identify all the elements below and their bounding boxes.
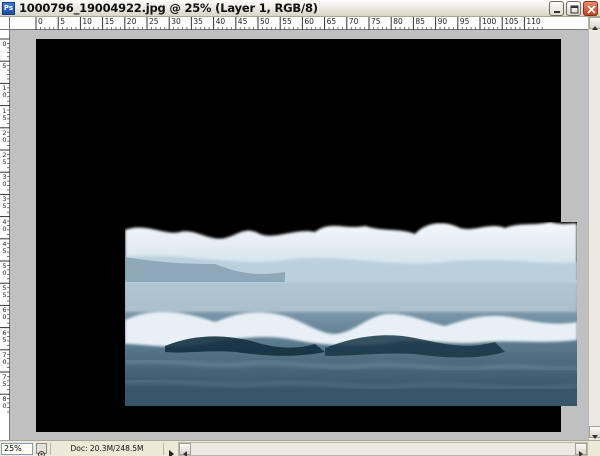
ruler-label: 55 bbox=[2, 284, 7, 300]
status-menu-button[interactable] bbox=[166, 444, 176, 456]
wave-photo-layer[interactable] bbox=[125, 222, 577, 406]
navigator-button[interactable] bbox=[36, 443, 47, 456]
ruler-label: 75 bbox=[371, 17, 381, 26]
minimize-icon bbox=[554, 11, 560, 13]
ruler-label: 25 bbox=[149, 17, 159, 26]
ruler-label: 110 bbox=[526, 17, 541, 26]
maximize-button[interactable] bbox=[566, 1, 581, 16]
ruler-label: 30 bbox=[2, 173, 7, 189]
maximize-icon bbox=[570, 5, 579, 14]
ruler-label: 15 bbox=[104, 17, 115, 26]
document-canvas[interactable] bbox=[36, 39, 577, 432]
ruler-label: 15 bbox=[2, 106, 7, 122]
ruler-label: 30 bbox=[171, 17, 181, 26]
document-size-info: Doc: 20.3M/248.5M bbox=[50, 443, 164, 455]
zoom-level-field[interactable]: 25% bbox=[1, 443, 33, 455]
canvas-area[interactable] bbox=[10, 30, 588, 440]
ruler-label: 60 bbox=[304, 17, 314, 26]
ruler-label: 45 bbox=[237, 17, 248, 26]
arrow-left-icon bbox=[183, 451, 187, 456]
horizontal-scrollbar[interactable] bbox=[178, 442, 588, 456]
ruler-label: 70 bbox=[348, 17, 359, 26]
scroll-left-button[interactable] bbox=[179, 443, 191, 456]
status-bar: 25% Doc: 20.3M/248.5M bbox=[0, 440, 600, 456]
ruler-label: 60 bbox=[2, 306, 7, 322]
close-button[interactable] bbox=[583, 1, 598, 16]
ruler-label: 50 bbox=[260, 17, 270, 26]
ruler-label: 65 bbox=[326, 17, 337, 26]
vertical-scrollbar[interactable] bbox=[588, 17, 600, 440]
ruler-label: 10 bbox=[82, 17, 92, 26]
navigator-icon bbox=[38, 451, 45, 456]
triangle-right-icon bbox=[169, 450, 174, 456]
ruler-label: 70 bbox=[2, 350, 7, 366]
ruler-label: 25 bbox=[2, 151, 7, 166]
ruler-label: 55 bbox=[282, 17, 292, 26]
ruler-label: 50 bbox=[2, 262, 7, 277]
ruler-label: 100 bbox=[482, 17, 497, 26]
ruler-label: 105 bbox=[504, 17, 519, 26]
ocean-wave-image bbox=[125, 222, 577, 406]
horizontal-ruler[interactable]: 0 5 10 15 20 25 30 35 40 45 50 55 60 65 70 75 80 85 90 95 10… bbox=[10, 17, 588, 30]
ruler-label: 40 bbox=[2, 217, 7, 233]
vertical-ruler[interactable]: 0 5 10 15 20 25 30 35 40 45 50 55 60 65 70 75 80 bbox=[0, 30, 10, 440]
ruler-label: 10 bbox=[2, 84, 7, 100]
ruler-label: 5 bbox=[60, 17, 65, 26]
horizontal-ruler-ticks bbox=[35, 17, 543, 30]
arrow-right-icon bbox=[579, 451, 583, 456]
ruler-label: 40 bbox=[215, 17, 226, 26]
scroll-down-button[interactable] bbox=[589, 426, 600, 439]
ruler-label: 20 bbox=[2, 128, 7, 144]
title-bar[interactable]: Ps 1000796_19004922.jpg @ 25% (Layer 1, … bbox=[0, 0, 600, 17]
ruler-origin[interactable] bbox=[0, 17, 10, 30]
ruler-label: 0 bbox=[2, 40, 7, 48]
arrow-up-icon bbox=[592, 26, 598, 30]
scroll-right-button[interactable] bbox=[575, 443, 587, 456]
ruler-label: 35 bbox=[193, 17, 203, 26]
ruler-label: 35 bbox=[2, 195, 7, 211]
ruler-label: 95 bbox=[459, 17, 470, 26]
ruler-label: 45 bbox=[2, 239, 7, 255]
ruler-label: 85 bbox=[415, 17, 425, 26]
window-title: 1000796_19004922.jpg @ 25% (Layer 1, RGB… bbox=[19, 1, 318, 15]
ruler-label: 90 bbox=[437, 17, 448, 26]
scroll-up-button[interactable] bbox=[589, 17, 600, 30]
photoshop-app-icon[interactable]: Ps bbox=[2, 2, 15, 15]
ruler-label: 20 bbox=[126, 17, 137, 26]
ruler-label: 5 bbox=[2, 62, 7, 71]
ruler-label: 80 bbox=[393, 17, 403, 26]
minimize-button[interactable] bbox=[549, 1, 564, 16]
ruler-label: 65 bbox=[2, 328, 7, 344]
ruler-label: 0 bbox=[38, 17, 43, 26]
close-icon bbox=[587, 5, 596, 14]
ruler-label: 80 bbox=[2, 395, 7, 411]
ruler-label: 75 bbox=[2, 373, 7, 388]
